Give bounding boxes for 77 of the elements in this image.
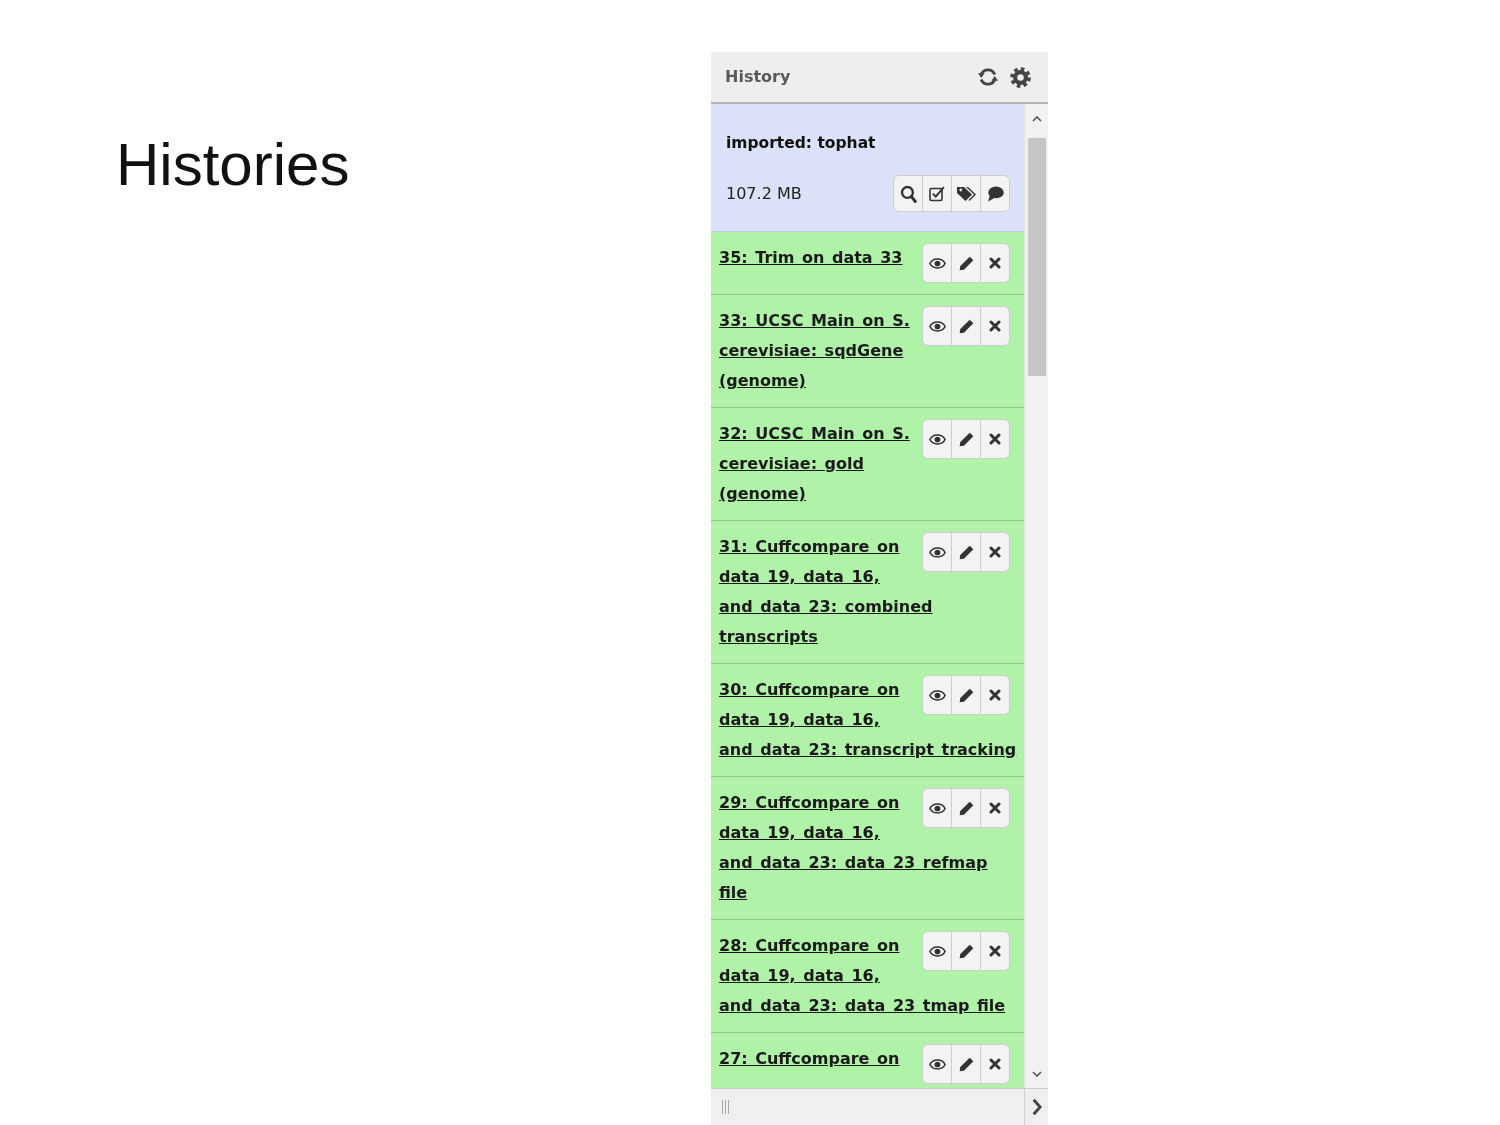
edit-button[interactable] — [951, 1044, 981, 1084]
speech-bubble-icon — [986, 185, 1004, 202]
delete-button[interactable] — [980, 1044, 1010, 1084]
grip-icon[interactable] — [721, 1100, 730, 1114]
eye-icon — [928, 257, 946, 269]
view-button[interactable] — [922, 675, 952, 715]
pencil-icon — [958, 255, 974, 271]
history-size: 107.2 MB — [726, 182, 802, 205]
settings-icon[interactable] — [1010, 66, 1031, 88]
search-icon — [899, 184, 917, 203]
delete-button[interactable] — [980, 306, 1010, 346]
edit-button[interactable] — [951, 788, 981, 828]
eye-icon — [928, 546, 946, 558]
edit-button[interactable] — [951, 306, 981, 346]
dataset-title-link[interactable]: 35: Trim on data 33 — [719, 243, 1020, 273]
delete-button[interactable] — [980, 931, 1010, 971]
delete-button[interactable] — [980, 243, 1010, 283]
select-button[interactable] — [922, 175, 952, 212]
view-button[interactable] — [922, 419, 952, 459]
vertical-scrollbar[interactable] — [1024, 104, 1048, 1088]
dataset-title-link[interactable]: 27: Cuffcompare on — [719, 1044, 1020, 1074]
pencil-icon — [958, 1056, 974, 1072]
view-button[interactable] — [922, 1044, 952, 1084]
scrollbar-thumb[interactable] — [1027, 138, 1046, 376]
pencil-icon — [958, 431, 974, 447]
delete-button[interactable] — [980, 788, 1010, 828]
delete-button[interactable] — [980, 419, 1010, 459]
cross-icon — [989, 802, 1001, 814]
horizontal-scrollbar[interactable] — [711, 1088, 1048, 1125]
delete-button[interactable] — [980, 675, 1010, 715]
view-button[interactable] — [922, 243, 952, 283]
delete-button[interactable] — [980, 532, 1010, 572]
chevron-right-icon[interactable] — [1031, 1098, 1042, 1116]
eye-icon — [928, 433, 946, 445]
pencil-icon — [958, 943, 974, 959]
dataset-title-link[interactable]: 33: UCSC Main on S. cerevisiae: sqdGene (genome) — [719, 306, 1020, 396]
annotation-button[interactable] — [980, 175, 1010, 212]
cross-icon — [989, 320, 1001, 332]
view-button[interactable] — [922, 788, 952, 828]
search-button[interactable] — [893, 175, 923, 212]
dataset-title-link[interactable]: 31: Cuffcompare on data 19, data 16, and data 23: combined transcripts — [719, 532, 1020, 652]
edit-button[interactable] — [951, 243, 981, 283]
dataset-title-link[interactable]: 32: UCSC Main on S. cerevisiae: gold (genome) — [719, 419, 1020, 509]
edit-button[interactable] — [951, 419, 981, 459]
cross-icon — [989, 689, 1001, 701]
edit-button[interactable] — [951, 532, 981, 572]
pencil-icon — [958, 800, 974, 816]
pencil-icon — [958, 687, 974, 703]
cross-icon — [989, 945, 1001, 957]
edit-button[interactable] — [951, 675, 981, 715]
tags-icon — [956, 185, 976, 202]
checked-box-icon — [929, 185, 945, 202]
slide-title: Histories — [116, 130, 350, 200]
eye-icon — [928, 802, 946, 814]
eye-icon — [928, 320, 946, 332]
cross-icon — [989, 1058, 1001, 1070]
panel-title: History — [725, 66, 791, 88]
pencil-icon — [958, 318, 974, 334]
view-button[interactable] — [922, 306, 952, 346]
cross-icon — [989, 546, 1001, 558]
cross-icon — [989, 433, 1001, 445]
dataset-title-link[interactable]: 28: Cuffcompare on data 19, data 16, and data 23: data 23 tmap file — [719, 931, 1020, 1021]
pencil-icon — [958, 544, 974, 560]
eye-icon — [928, 689, 946, 701]
refresh-icon[interactable] — [978, 68, 998, 86]
eye-icon — [928, 945, 946, 957]
view-button[interactable] — [922, 532, 952, 572]
dataset-title-link[interactable]: 29: Cuffcompare on data 19, data 16, and data 23: data 23 refmap file — [719, 788, 1020, 908]
eye-icon — [928, 1058, 946, 1070]
history-name: imported: tophat — [726, 133, 876, 154]
cross-icon — [989, 257, 1001, 269]
chevron-down-icon[interactable] — [1031, 1071, 1042, 1077]
tags-button[interactable] — [951, 175, 981, 212]
dataset-title-link[interactable]: 30: Cuffcompare on data 19, data 16, and data 23: transcript tracking — [719, 675, 1020, 765]
view-button[interactable] — [922, 931, 952, 971]
chevron-up-icon[interactable] — [1031, 116, 1042, 122]
edit-button[interactable] — [951, 931, 981, 971]
